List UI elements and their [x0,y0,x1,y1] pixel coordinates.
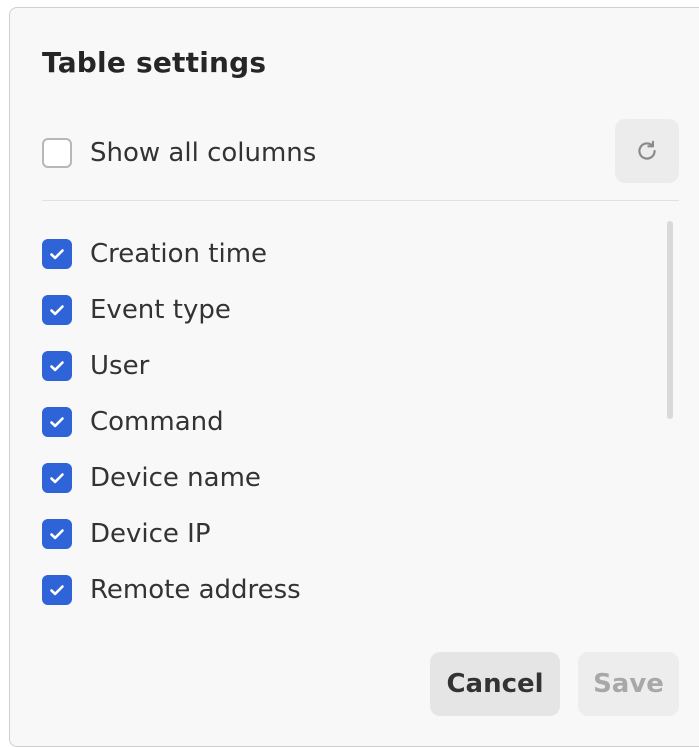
dialog-title: Table settings [42,46,267,79]
column-item-user[interactable]: User [42,338,602,394]
column-item-device-name[interactable]: Device name [42,450,602,506]
column-checkbox[interactable] [42,575,72,605]
refresh-icon [638,140,656,160]
checkmark-icon [50,417,64,428]
column-checkbox[interactable] [42,519,72,549]
checkmark-icon [50,473,64,484]
show-all-columns-label: Show all columns [90,138,317,168]
column-item-remote-address[interactable]: Remote address [42,562,602,618]
column-item-command[interactable]: Command [42,394,602,450]
table-settings-dialog: Table settings Show all columns Creation… [9,7,699,747]
column-list-scrollbar[interactable] [667,221,673,419]
column-checkbox[interactable] [42,239,72,269]
column-label: Device name [90,463,261,493]
column-label: Event type [90,295,231,325]
column-label: Command [90,407,224,437]
checkmark-icon [50,305,64,316]
show-all-columns-checkbox[interactable] [42,138,72,168]
reset-columns-button[interactable] [615,119,679,183]
column-label: User [90,351,150,381]
divider [42,200,679,201]
checkmark-icon [50,529,64,540]
column-label: Creation time [90,239,268,269]
column-label: Device IP [90,519,211,549]
cancel-button[interactable]: Cancel [430,652,560,716]
checkmark-icon [50,249,64,260]
column-checkbox[interactable] [42,407,72,437]
column-list: Creation time Event type User Command De… [42,226,602,618]
column-item-device-ip[interactable]: Device IP [42,506,602,562]
column-checkbox[interactable] [42,295,72,325]
column-checkbox[interactable] [42,351,72,381]
column-checkbox[interactable] [42,463,72,493]
column-item-creation-time[interactable]: Creation time [42,226,602,282]
checkmark-icon [50,361,64,372]
save-button[interactable]: Save [578,652,679,716]
column-label: Remote address [90,575,301,605]
checkmark-icon [50,585,64,596]
column-item-event-type[interactable]: Event type [42,282,602,338]
show-all-columns-option[interactable]: Show all columns [42,133,316,173]
